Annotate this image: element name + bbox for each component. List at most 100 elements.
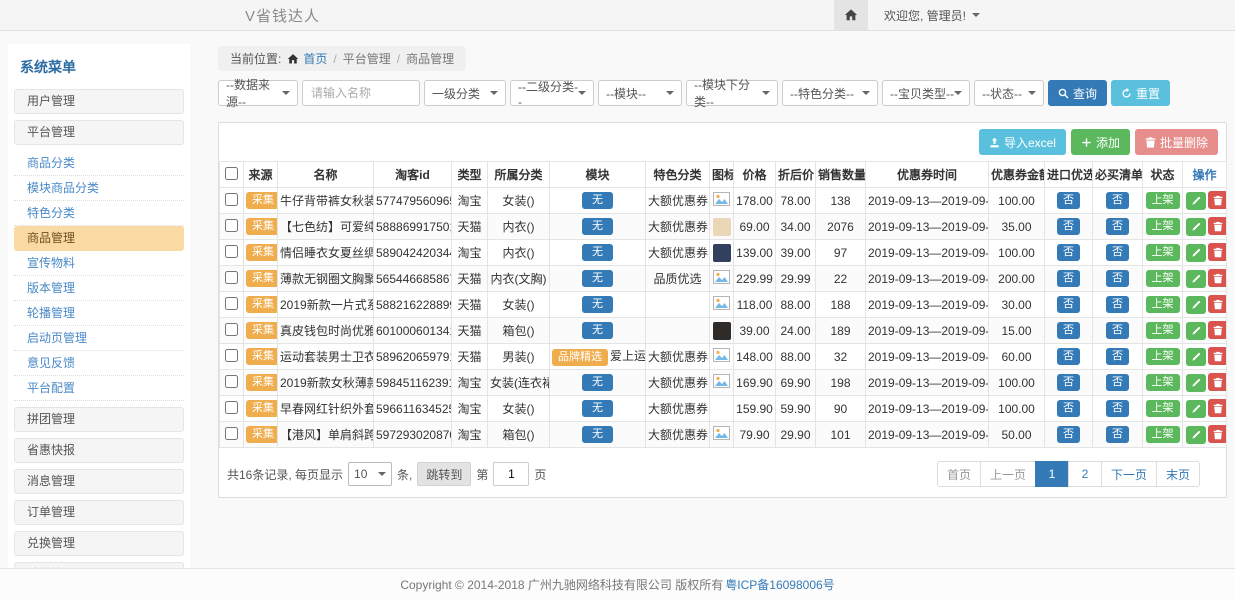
must-buy-toggle[interactable]: 否 (1106, 192, 1129, 209)
status-toggle[interactable]: 上架 (1146, 400, 1180, 417)
search-button[interactable]: 查询 (1048, 80, 1107, 106)
sidebar-item-saving-express[interactable]: 省惠快报 (14, 438, 184, 463)
must-buy-toggle[interactable]: 否 (1106, 296, 1129, 313)
sidebar-subitem-feature-category[interactable]: 特色分类 (14, 201, 184, 226)
last-page-button[interactable]: 末页 (1156, 461, 1200, 487)
status-toggle[interactable]: 上架 (1146, 296, 1180, 313)
page-2-button[interactable]: 2 (1068, 461, 1102, 487)
status-toggle[interactable]: 上架 (1146, 218, 1180, 235)
edit-button[interactable] (1186, 348, 1206, 366)
sidebar-item-group-buy[interactable]: 拼团管理 (14, 407, 184, 432)
row-checkbox[interactable] (225, 349, 238, 362)
edit-button[interactable] (1186, 374, 1206, 392)
delete-button[interactable] (1208, 217, 1227, 235)
breadcrumb-home-link[interactable]: 首页 (303, 50, 327, 67)
import-select-toggle[interactable]: 否 (1057, 218, 1080, 235)
row-checkbox[interactable] (225, 401, 238, 414)
must-buy-toggle[interactable]: 否 (1106, 218, 1129, 235)
edit-button[interactable] (1186, 270, 1206, 288)
import-select-toggle[interactable]: 否 (1057, 374, 1080, 391)
reset-button[interactable]: 重置 (1111, 80, 1170, 106)
edit-button[interactable] (1186, 192, 1206, 210)
product-name-input[interactable] (302, 80, 420, 106)
import-select-toggle[interactable]: 否 (1057, 270, 1080, 287)
first-page-button[interactable]: 首页 (937, 461, 981, 487)
add-button[interactable]: 添加 (1071, 129, 1130, 155)
level2-category-select[interactable]: --二级分类-- (510, 80, 594, 106)
next-page-button[interactable]: 下一页 (1101, 461, 1157, 487)
import-select-toggle[interactable]: 否 (1057, 400, 1080, 417)
must-buy-toggle[interactable]: 否 (1106, 322, 1129, 339)
delete-button[interactable] (1208, 347, 1227, 365)
import-select-toggle[interactable]: 否 (1057, 296, 1080, 313)
edit-button[interactable] (1186, 244, 1206, 262)
import-excel-button[interactable]: 导入excel (979, 129, 1066, 155)
sidebar-subitem-goods-management[interactable]: 商品管理 (14, 226, 184, 251)
sidebar-item-users[interactable]: 用户管理 (14, 89, 184, 114)
delete-button[interactable] (1208, 295, 1227, 313)
sidebar-item-exchange[interactable]: 兑换管理 (14, 531, 184, 556)
sidebar-subitem-splash-management[interactable]: 启动页管理 (14, 326, 184, 351)
delete-button[interactable] (1208, 269, 1227, 287)
select-all-checkbox[interactable] (225, 167, 238, 180)
edit-button[interactable] (1186, 218, 1206, 236)
sidebar-item-platform[interactable]: 平台管理 (14, 120, 184, 145)
status-toggle[interactable]: 上架 (1146, 348, 1180, 365)
status-toggle[interactable]: 上架 (1146, 322, 1180, 339)
item-type-select[interactable]: --宝贝类型-- (882, 80, 970, 106)
must-buy-toggle[interactable]: 否 (1106, 244, 1129, 261)
row-checkbox[interactable] (225, 297, 238, 310)
row-checkbox[interactable] (225, 245, 238, 258)
filter-data-source-select[interactable]: --数据来源-- (218, 80, 298, 106)
sidebar-item-messages[interactable]: 消息管理 (14, 469, 184, 494)
delete-button[interactable] (1208, 373, 1227, 391)
edit-button[interactable] (1186, 400, 1206, 418)
sidebar-subitem-promo-materials[interactable]: 宣传物料 (14, 251, 184, 276)
status-select[interactable]: --状态-- (974, 80, 1044, 106)
edit-button[interactable] (1186, 296, 1206, 314)
edit-button[interactable] (1186, 426, 1206, 444)
status-toggle[interactable]: 上架 (1146, 192, 1180, 209)
page-1-button[interactable]: 1 (1035, 461, 1069, 487)
row-checkbox[interactable] (225, 193, 238, 206)
delete-button[interactable] (1208, 243, 1227, 261)
module-subcategory-select[interactable]: --模块下分类-- (686, 80, 778, 106)
row-checkbox[interactable] (225, 323, 238, 336)
row-checkbox[interactable] (225, 219, 238, 232)
module-select[interactable]: --模块-- (598, 80, 682, 106)
sidebar-subitem-platform-config[interactable]: 平台配置 (14, 376, 184, 401)
level1-category-select[interactable]: 一级分类 (424, 80, 506, 106)
sidebar-subitem-module-goods-category[interactable]: 模块商品分类 (14, 176, 184, 201)
import-select-toggle[interactable]: 否 (1057, 322, 1080, 339)
sidebar-subitem-carousel-management[interactable]: 轮播管理 (14, 301, 184, 326)
status-toggle[interactable]: 上架 (1146, 270, 1180, 287)
user-menu[interactable]: 欢迎您, 管理员! (884, 7, 980, 24)
must-buy-toggle[interactable]: 否 (1106, 270, 1129, 287)
delete-button[interactable] (1208, 321, 1227, 339)
status-toggle[interactable]: 上架 (1146, 374, 1180, 391)
sidebar-subitem-version-management[interactable]: 版本管理 (14, 276, 184, 301)
page-number-input[interactable] (493, 462, 529, 486)
row-checkbox[interactable] (225, 271, 238, 284)
edit-button[interactable] (1186, 322, 1206, 340)
prev-page-button[interactable]: 上一页 (980, 461, 1036, 487)
import-select-toggle[interactable]: 否 (1057, 244, 1080, 261)
feature-category-select[interactable]: --特色分类-- (782, 80, 878, 106)
sidebar-item-orders[interactable]: 订单管理 (14, 500, 184, 525)
batch-delete-button[interactable]: 批量删除 (1135, 129, 1218, 155)
must-buy-toggle[interactable]: 否 (1106, 374, 1129, 391)
must-buy-toggle[interactable]: 否 (1106, 400, 1129, 417)
sidebar-subitem-feedback[interactable]: 意见反馈 (14, 351, 184, 376)
home-button[interactable] (834, 0, 868, 30)
sidebar-subitem-goods-category[interactable]: 商品分类 (14, 151, 184, 176)
delete-button[interactable] (1208, 425, 1227, 443)
must-buy-toggle[interactable]: 否 (1106, 426, 1129, 443)
status-toggle[interactable]: 上架 (1146, 426, 1180, 443)
import-select-toggle[interactable]: 否 (1057, 348, 1080, 365)
jump-button[interactable]: 跳转到 (417, 462, 471, 486)
per-page-select[interactable]: 10 (348, 462, 392, 486)
status-toggle[interactable]: 上架 (1146, 244, 1180, 261)
delete-button[interactable] (1208, 399, 1227, 417)
row-checkbox[interactable] (225, 427, 238, 440)
row-checkbox[interactable] (225, 375, 238, 388)
